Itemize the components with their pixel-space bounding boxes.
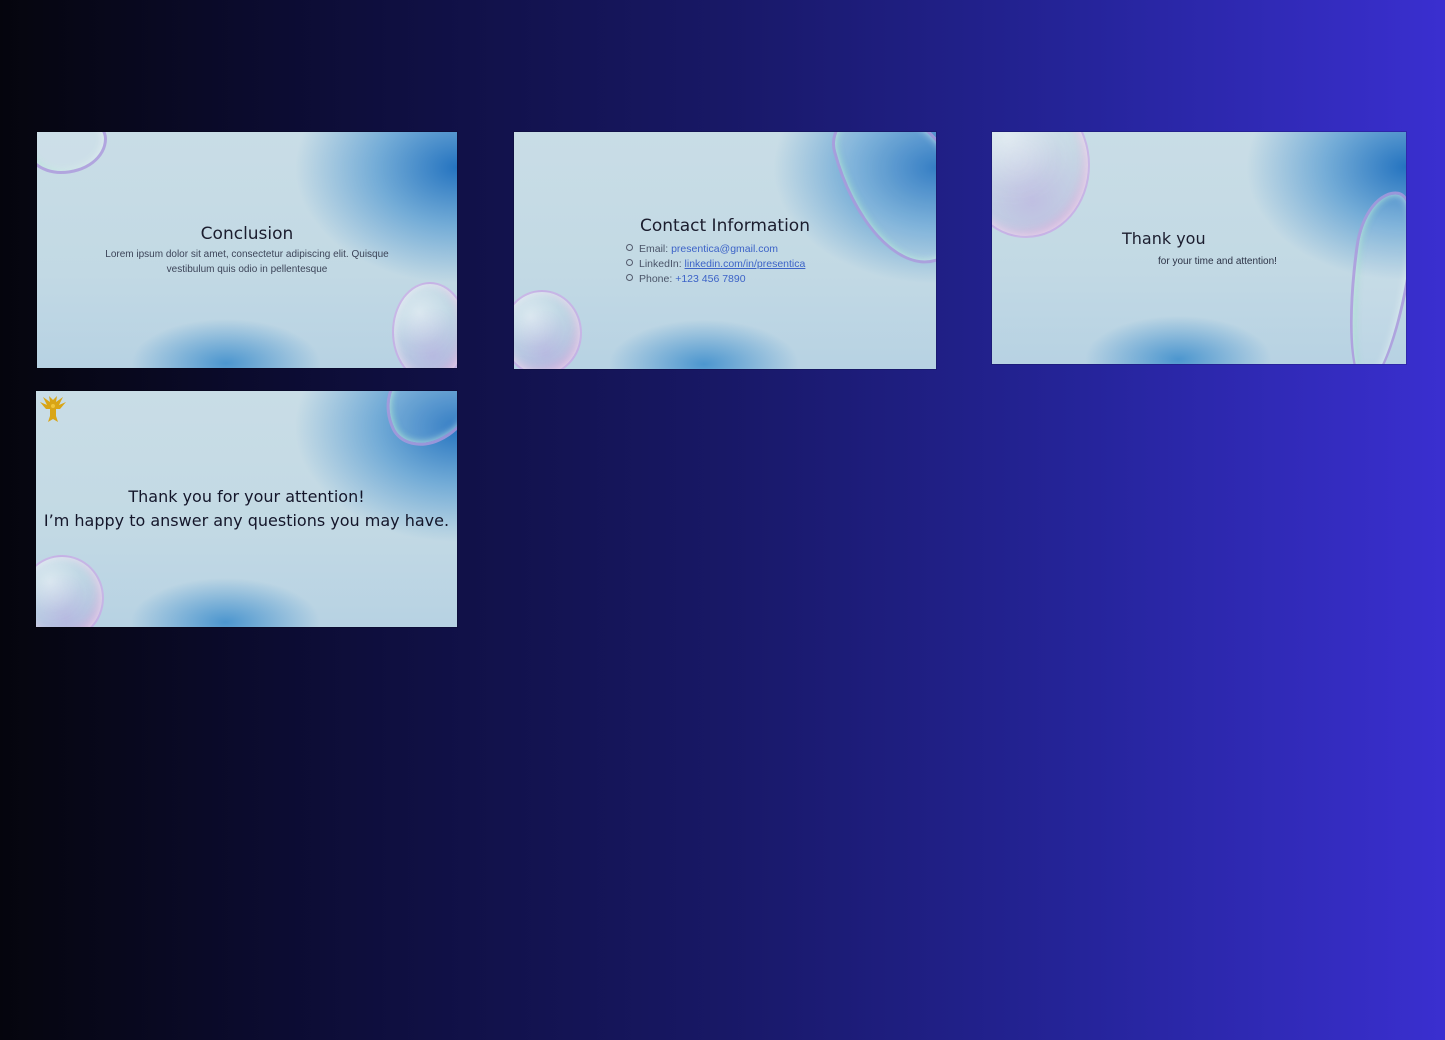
slide-thumbnail-2[interactable]: Contact Information Email: presentica@gm… — [514, 132, 936, 369]
bubble-decoration — [1336, 186, 1406, 364]
slide-subtitle: I’m happy to answer any questions you ma… — [43, 511, 450, 530]
slide-thumbnail-4[interactable]: Thank you for your attention! I’m happy … — [36, 391, 457, 627]
list-item: LinkedIn: linkedin.com/in/presentica — [626, 257, 805, 272]
slide-title: Thank you — [1122, 229, 1206, 248]
slide-title: Contact Information — [640, 216, 810, 236]
bubble-decoration — [824, 132, 936, 281]
bubble-decoration — [36, 555, 104, 627]
slide-subtitle: for your time and attention! — [1158, 256, 1277, 267]
circle-bullet-icon — [626, 274, 633, 281]
email-link[interactable]: presentica@gmail.com — [671, 243, 778, 255]
bubble-decoration — [37, 132, 107, 174]
slide-sorter-canvas: { "slides": [ { "title": "Conclusion", "… — [0, 0, 1445, 1040]
slide-title: Conclusion — [200, 224, 294, 244]
list-item: Email: presentica@gmail.com — [626, 242, 805, 257]
bubble-decoration — [514, 290, 582, 369]
eagle-logo-icon — [40, 396, 66, 422]
slide-thumbnail-1[interactable]: Conclusion Lorem ipsum dolor sit amet, c… — [37, 132, 457, 368]
phone-link[interactable]: +123 456 7890 — [675, 273, 745, 285]
slide-body-text: Lorem ipsum dolor sit amet, consectetur … — [105, 249, 389, 275]
bubble-decoration — [992, 132, 1090, 238]
linkedin-link[interactable]: linkedin.com/in/presentica — [685, 258, 806, 270]
list-item: Phone: +123 456 7890 — [626, 272, 805, 287]
slide-title: Thank you for your attention! — [128, 487, 365, 506]
bubble-decoration — [392, 282, 457, 368]
contact-list: Email: presentica@gmail.com LinkedIn: li… — [626, 242, 805, 287]
circle-bullet-icon — [626, 244, 633, 251]
circle-bullet-icon — [626, 259, 633, 266]
bubble-decoration — [372, 391, 457, 458]
slide-thumbnail-3[interactable]: Thank you for your time and attention! — [992, 132, 1406, 364]
